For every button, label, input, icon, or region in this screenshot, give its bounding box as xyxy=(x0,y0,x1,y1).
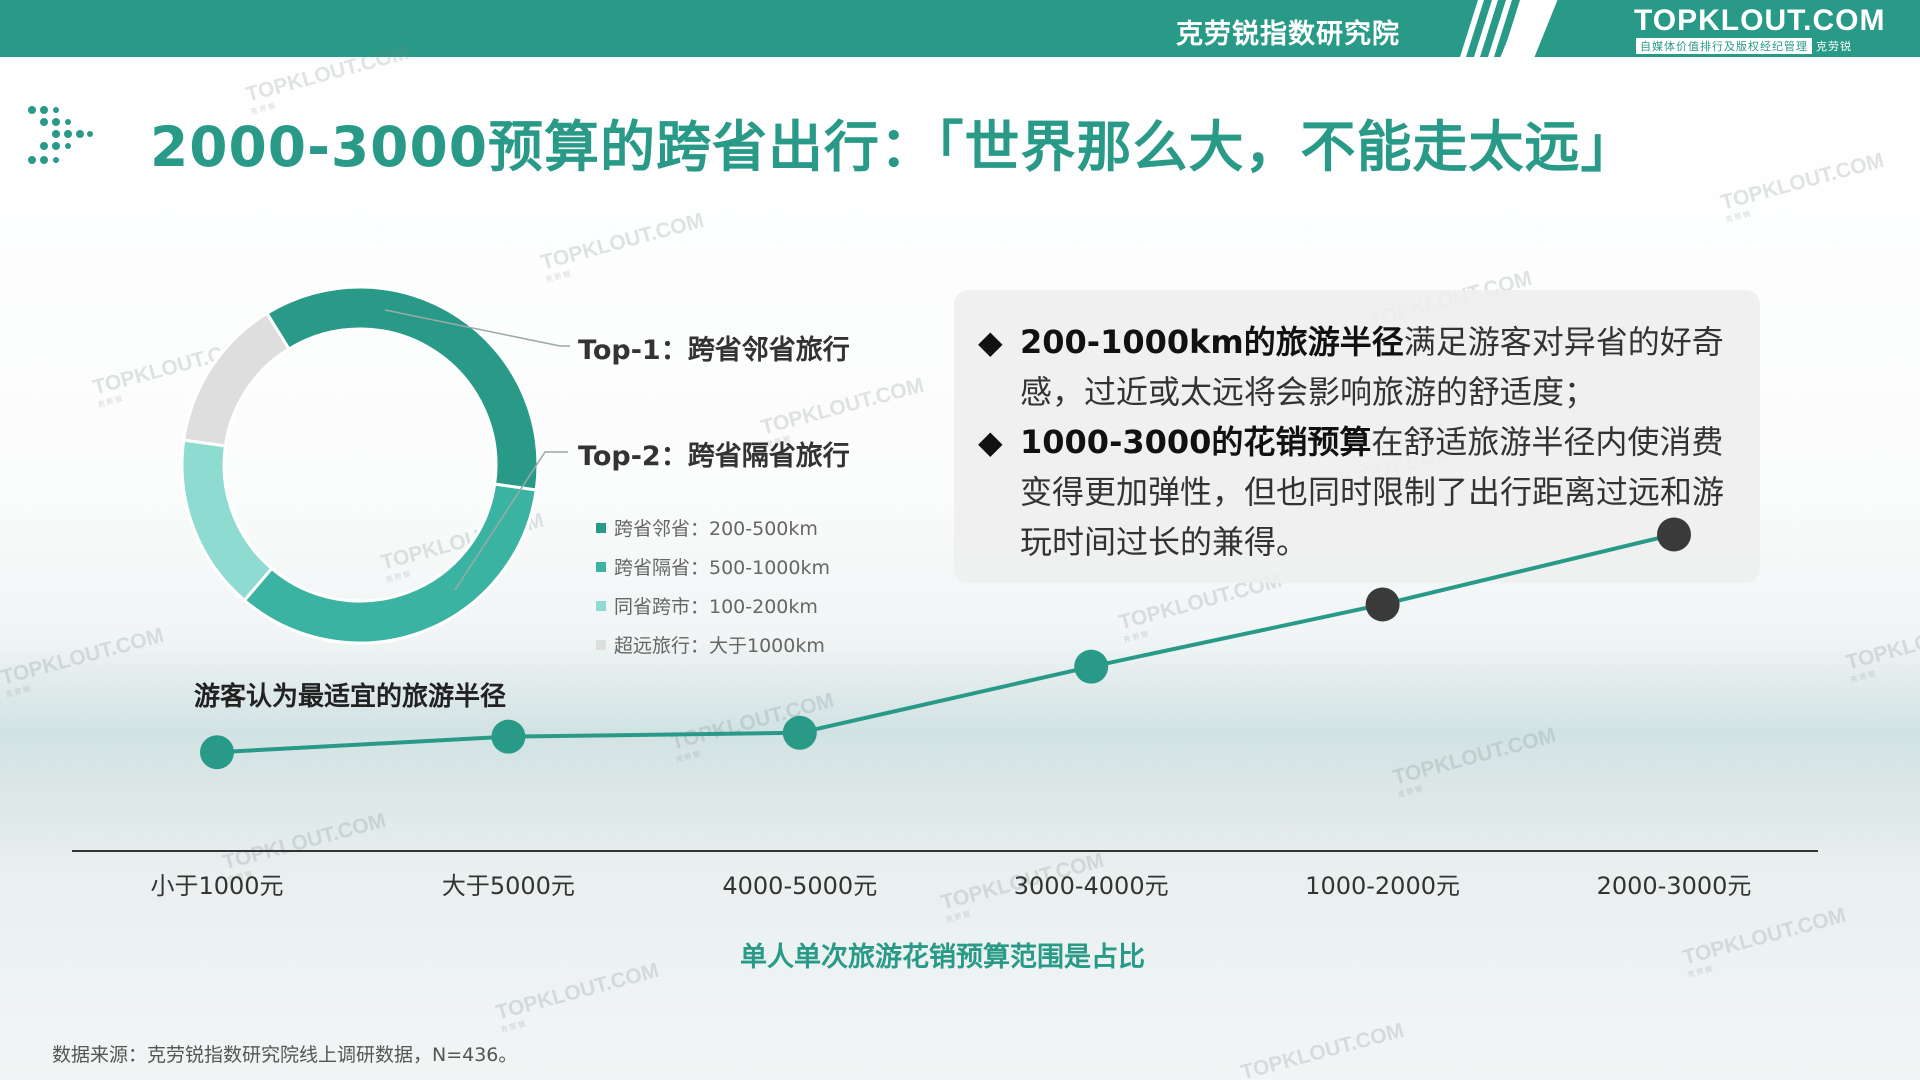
line-chart-title: 单人单次旅游花销预算范围是占比 xyxy=(740,942,1145,973)
data-source: 数据来源：克劳锐指数研究院线上调研数据，N=436。 xyxy=(52,1044,518,1066)
x-tick-label: 4000-5000元 xyxy=(722,872,878,900)
data-point xyxy=(1074,649,1109,684)
x-tick-label: 大于5000元 xyxy=(441,872,575,900)
x-tick-label: 3000-4000元 xyxy=(1013,872,1169,900)
series-line xyxy=(216,532,1675,755)
x-tick-label: 1000-2000元 xyxy=(1305,872,1460,900)
data-point xyxy=(200,735,234,770)
x-tick-label: 2000-3000元 xyxy=(1596,872,1752,900)
data-point xyxy=(1365,587,1400,622)
line-chart xyxy=(72,517,1818,852)
data-point xyxy=(782,715,817,750)
x-tick-label: 小于1000元 xyxy=(150,872,284,900)
data-point xyxy=(1657,517,1691,552)
data-point xyxy=(491,719,526,754)
